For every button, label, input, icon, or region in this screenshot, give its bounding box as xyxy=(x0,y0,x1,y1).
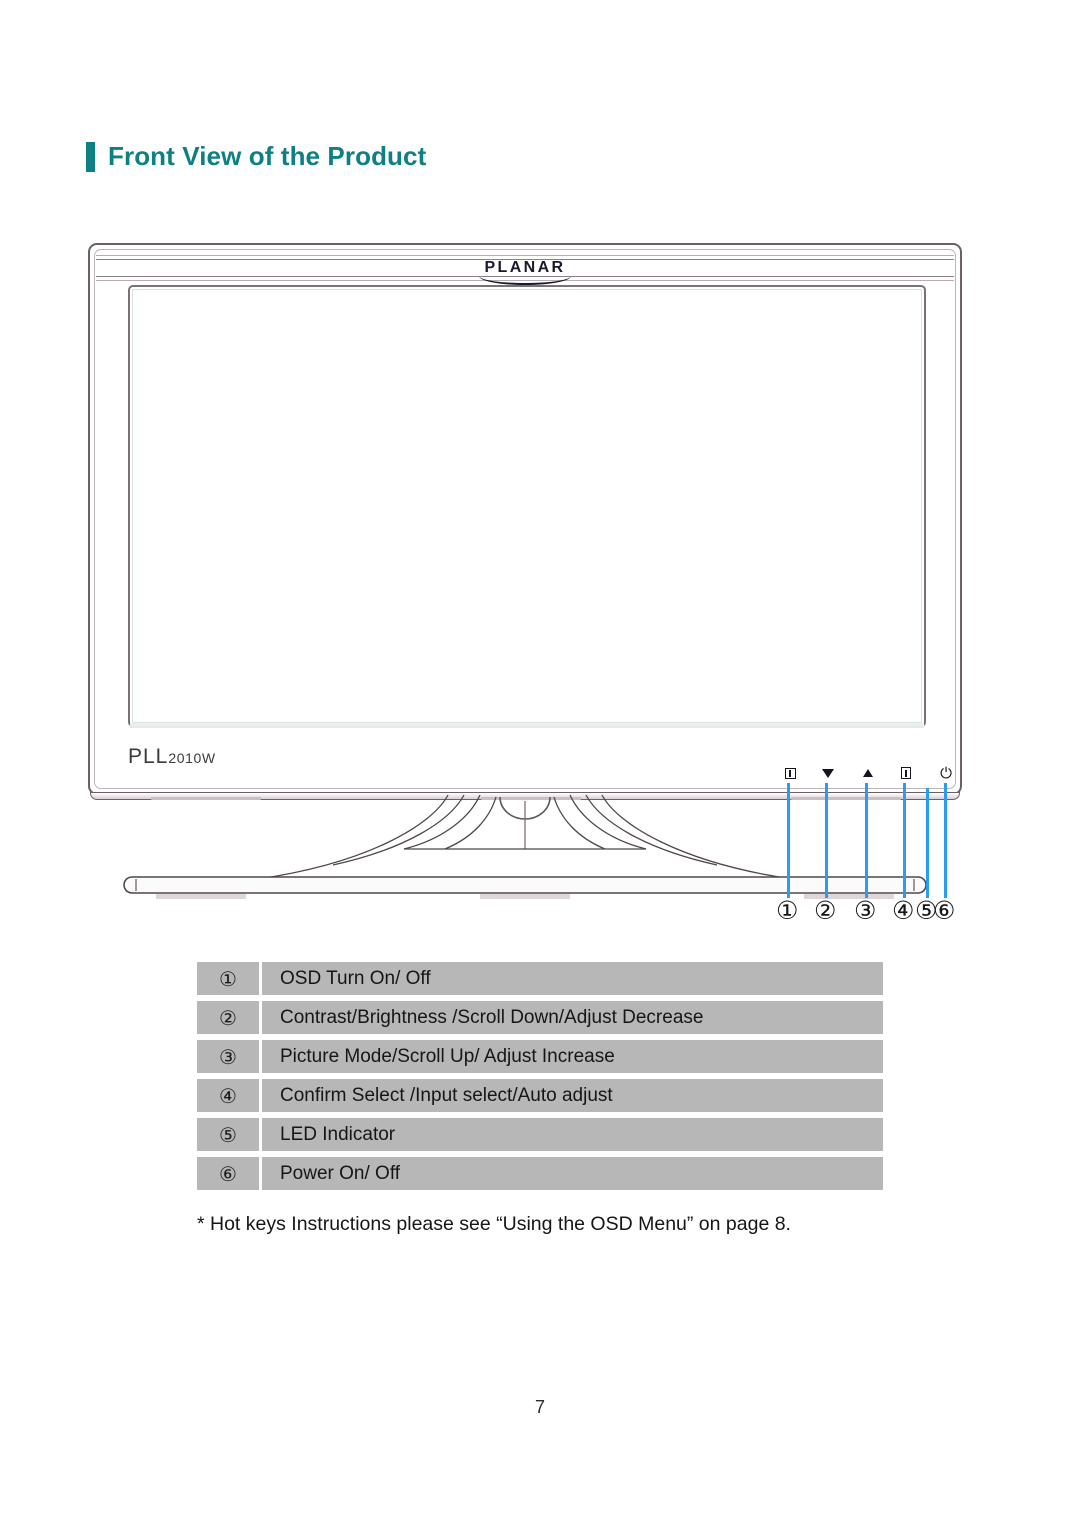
legend-description: Contrast/Brightness /Scroll Down/Adjust … xyxy=(262,1001,883,1034)
legend-marker: ⑥ xyxy=(197,1157,259,1190)
callout-number-1: ① xyxy=(776,896,799,925)
table-row: ⑥ Power On/ Off xyxy=(197,1157,883,1190)
page-number: 7 xyxy=(534,1397,545,1417)
legend-description: Picture Mode/Scroll Up/ Adjust Increase xyxy=(262,1040,883,1073)
table-row: ⑤ LED Indicator xyxy=(197,1118,883,1151)
table-row: ② Contrast/Brightness /Scroll Down/Adjus… xyxy=(197,1001,883,1034)
callout-number-2: ② xyxy=(814,896,837,925)
heading-accent-bar xyxy=(86,141,95,172)
legend-description: Confirm Select /Input select/Auto adjust xyxy=(262,1079,883,1112)
page-title: Front View of the Product xyxy=(108,141,427,171)
legend-marker: ④ xyxy=(197,1079,259,1112)
monitor-front-view-illustration: PLANAR PLL2010W ⏻ ① ② ③ ④ ⑤ ⑥ xyxy=(88,243,966,923)
legend-marker: ② xyxy=(197,1001,259,1034)
legend-marker: ③ xyxy=(197,1040,259,1073)
button-legend-table: ① OSD Turn On/ Off ② Contrast/Brightness… xyxy=(197,962,883,1190)
callout-number-6: ⑥ xyxy=(933,896,956,925)
callout-number-4: ④ xyxy=(892,896,915,925)
legend-marker: ⑤ xyxy=(197,1118,259,1151)
table-row: ④ Confirm Select /Input select/Auto adju… xyxy=(197,1079,883,1112)
legend-description: OSD Turn On/ Off xyxy=(262,962,883,995)
table-row: ③ Picture Mode/Scroll Up/ Adjust Increas… xyxy=(197,1040,883,1073)
page-heading: Front View of the Product xyxy=(86,141,426,172)
table-row: ① OSD Turn On/ Off xyxy=(197,962,883,995)
footnote-text: * Hot keys Instructions please see “Usin… xyxy=(197,1213,791,1235)
callout-numbers: ① ② ③ ④ ⑤ ⑥ xyxy=(88,243,966,923)
legend-description: LED Indicator xyxy=(262,1118,883,1151)
legend-description: Power On/ Off xyxy=(262,1157,883,1190)
callout-number-3: ③ xyxy=(854,896,877,925)
legend-marker: ① xyxy=(197,962,259,995)
